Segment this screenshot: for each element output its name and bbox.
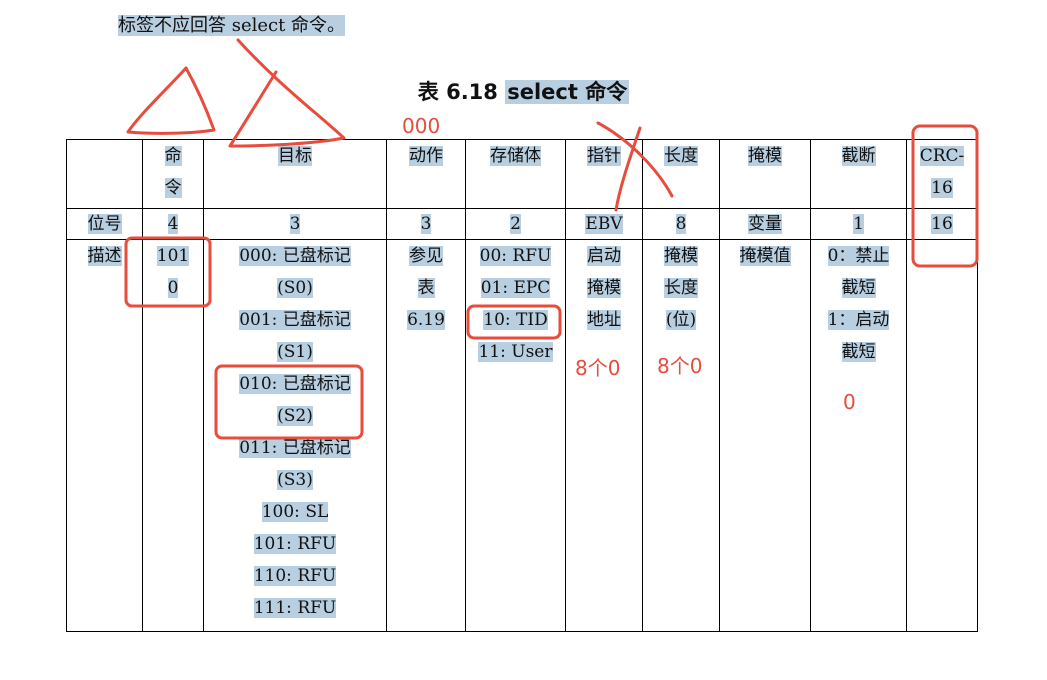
annotation-triangle-target [228, 38, 346, 148]
annotation-cross-pointer [596, 121, 674, 212]
annotation-triangle-command [126, 66, 216, 135]
annotation-box-s2 [214, 364, 364, 440]
annotation-box-tid [466, 304, 562, 340]
annotation-box-command-value [124, 236, 212, 308]
annotation-box-crc16 [911, 124, 979, 268]
annotation-overlay [124, 38, 979, 440]
